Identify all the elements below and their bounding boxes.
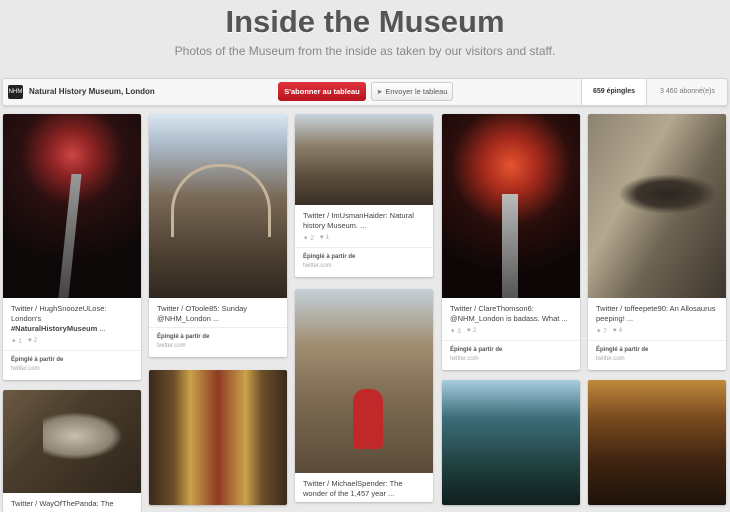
pin-description: Twitter / WayOfThePanda: The — [11, 499, 114, 508]
pin-card[interactable]: Twitter / toffeepete90: An Allosaurus pe… — [588, 114, 726, 371]
pin-stats: ✦ 3 ♥ 2 — [450, 327, 477, 336]
followers-count-tab[interactable]: 3 460 abonné(e)s — [646, 79, 728, 105]
pin-card[interactable]: Twitter / ImUsmanHaider: Natural history… — [295, 114, 433, 278]
pin-description: Twitter / MichaelSpender: The wonder of … — [303, 479, 403, 499]
pin-source[interactable]: Épinglé à partir de twitter.com — [3, 350, 141, 380]
pins-count-tab[interactable]: 659 épingles — [581, 79, 646, 105]
pin-image-dinosaur-skull[interactable] — [3, 390, 141, 493]
send-board-label: Envoyer le tableau — [385, 87, 448, 96]
pin-image-central-hall[interactable] — [149, 114, 287, 298]
pin-description: Twitter / ImUsmanHaider: Natural history… — [303, 211, 414, 231]
pin-stats: ✦ 1 ♥ 2 — [11, 337, 38, 346]
board-header-bar: NHM Natural History Museum, London S'abo… — [2, 78, 728, 106]
heart-icon: ♥ — [466, 327, 471, 335]
pin-image-visitor-red-coat[interactable] — [295, 289, 433, 473]
pin-card[interactable]: Twitter / WayOfThePanda: The — [3, 390, 141, 512]
pin-image-escalator-globe[interactable] — [442, 114, 580, 298]
pin-card[interactable]: Twitter / HughSnoozeULose: London's #Nat… — [3, 114, 141, 381]
heart-icon: ♥ — [27, 337, 32, 345]
pin-description: Twitter / HughSnoozeULose: London's #Nat… — [11, 304, 107, 334]
pin-stats: ✦ 2 ♥ 1 — [303, 234, 330, 243]
pin-description: Twitter / OToole85: Sunday @NHM_London .… — [157, 304, 248, 324]
board-owner-link[interactable]: Natural History Museum, London — [29, 87, 155, 96]
pin-card[interactable] — [442, 380, 580, 505]
pin-source[interactable]: Épinglé à partir de twitter.com — [442, 340, 580, 370]
send-icon: ➤ — [376, 88, 383, 96]
pin-icon: ✦ — [450, 328, 456, 336]
pin-icon: ✦ — [303, 235, 309, 243]
pin-source[interactable]: Épinglé à partir de twitter.com — [588, 340, 726, 370]
follow-board-button[interactable]: S'abonner au tableau — [278, 82, 366, 101]
pin-card[interactable] — [149, 370, 287, 505]
pin-source[interactable]: Épinglé à partir de twitter.com — [295, 247, 433, 277]
pin-image-hall-golden[interactable] — [588, 380, 726, 505]
pin-card[interactable]: Twitter / MichaelSpender: The wonder of … — [295, 289, 433, 503]
pin-card[interactable]: Twitter / OToole85: Sunday @NHM_London .… — [149, 114, 287, 358]
pin-stats: ✦ 7 ♥ 4 — [596, 327, 623, 336]
heart-icon: ♥ — [612, 327, 617, 335]
pin-icon: ✦ — [596, 328, 602, 336]
pin-image-earth-hall[interactable] — [3, 114, 141, 298]
pin-image-allosaurus[interactable] — [588, 114, 726, 298]
heart-icon: ♥ — [319, 234, 324, 242]
pin-card[interactable]: Twitter / ClareThomson6: @NHM_London is … — [442, 114, 580, 371]
pin-icon: ✦ — [11, 338, 17, 346]
avatar[interactable]: NHM — [8, 85, 23, 99]
page-subtitle: Photos of the Museum from the inside as … — [174, 44, 556, 58]
pin-description: Twitter / ClareThomson6: @NHM_London is … — [450, 304, 568, 324]
page-title: Inside the Museum — [225, 4, 505, 39]
pin-description: Twitter / toffeepete90: An Allosaurus pe… — [596, 304, 716, 324]
send-board-button[interactable]: ➤ Envoyer le tableau — [371, 82, 453, 101]
pin-image-hall-teal[interactable] — [442, 380, 580, 505]
pin-image-stained-glass[interactable] — [149, 370, 287, 505]
pin-image-hall-wide[interactable] — [295, 114, 433, 205]
pin-source[interactable]: Épinglé à partir de twitter.com — [149, 327, 287, 357]
pin-card[interactable] — [588, 380, 726, 505]
